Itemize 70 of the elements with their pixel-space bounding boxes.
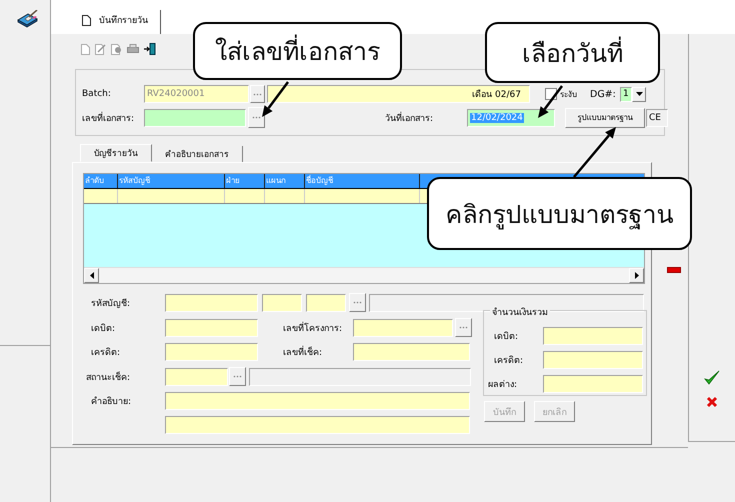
field-label: เลขที่โครงการ: — [282, 320, 344, 334]
checkbox-label: ระงับ — [559, 88, 578, 100]
field-label: วันที่เอกสาร: — [385, 110, 434, 124]
scroll-left-button[interactable] — [84, 268, 99, 283]
document-icon — [82, 14, 91, 26]
column-header[interactable]: ชื่อบัญชี — [305, 174, 420, 188]
printer-icon[interactable] — [127, 44, 139, 54]
field-label: รหัสบัญชี: — [90, 298, 132, 310]
column-header[interactable]: แผนก — [265, 174, 305, 188]
edit-document-icon[interactable] — [95, 44, 106, 54]
date-field[interactable]: 12/02/2024 — [467, 108, 555, 126]
project-number-field[interactable] — [353, 318, 453, 336]
tab[interactable]: บัญชีรายวัน — [80, 144, 152, 162]
description-line-field[interactable] — [165, 416, 470, 434]
field-label: คำอธิบาย: — [90, 396, 132, 408]
total-label: ผลต่าง: — [488, 379, 518, 391]
ellipsis-icon — [252, 116, 261, 119]
new-document-icon[interactable] — [81, 44, 90, 54]
cheque-status-field[interactable] — [165, 368, 228, 386]
column-header[interactable]: รหัสบัญชี — [118, 174, 225, 188]
credit-field[interactable] — [165, 343, 258, 361]
template-button[interactable]: รูปแบบมาตรฐาน — [565, 108, 645, 128]
department-field[interactable] — [262, 294, 302, 312]
right-arrow-icon — [634, 272, 638, 279]
close-icon[interactable] — [706, 396, 718, 408]
field-label: DG#: — [590, 88, 617, 100]
remove-row-icon[interactable] — [667, 267, 681, 273]
ellipsis-icon — [233, 375, 242, 378]
document-number-field[interactable] — [144, 108, 246, 126]
dropdown-button[interactable] — [632, 86, 646, 102]
column-header[interactable]: ลำดับ — [84, 174, 118, 188]
callout-arrow — [262, 81, 289, 117]
batch-description-field[interactable]: เดือน 02/67 — [267, 85, 530, 103]
field-label: เลขที่เช็ค: — [258, 345, 353, 359]
book-pen-icon[interactable] — [17, 10, 39, 28]
delete-document-icon[interactable] — [111, 44, 122, 54]
left-arrow-icon — [90, 272, 94, 279]
field-label: เดบิต: — [90, 322, 116, 334]
debit-field[interactable] — [165, 318, 258, 336]
dg-select[interactable]: 1 — [620, 86, 632, 102]
ellipsis-icon — [353, 301, 362, 304]
field-label: สถานะเช็ค: — [86, 370, 132, 384]
ellipsis-icon — [253, 92, 262, 96]
total-field[interactable] — [543, 351, 643, 369]
callout: เลือกวันที่ — [485, 22, 660, 83]
field-label: เลขที่เอกสาร: — [82, 110, 136, 124]
scroll-right-button[interactable] — [629, 268, 644, 283]
batch-field[interactable]: RV24020001 — [144, 85, 249, 103]
caret-icon — [636, 92, 642, 96]
total-field[interactable] — [543, 375, 643, 393]
total-field[interactable] — [543, 327, 643, 345]
browse-button[interactable] — [248, 107, 265, 128]
description-field[interactable] — [165, 392, 470, 410]
column-header[interactable]: ฝ่าย — [225, 174, 265, 188]
ellipsis-icon — [459, 326, 468, 329]
exit-door-icon[interactable] — [144, 43, 156, 55]
section-field[interactable] — [306, 294, 346, 312]
tab[interactable]: บันทึกรายวัน — [80, 10, 161, 34]
callout: คลิกรูปแบบมาตรฐาน — [427, 177, 692, 250]
callout: ใส่เลขที่เอกสาร — [193, 22, 402, 80]
tab[interactable]: คำอธิบายเอกสาร — [152, 146, 243, 162]
field-label: Batch: — [82, 89, 112, 99]
account-code-field[interactable] — [165, 294, 258, 312]
total-label: เครดิต: — [493, 354, 524, 367]
era-field[interactable]: CE — [646, 108, 668, 126]
checkmark-icon[interactable] — [704, 370, 720, 386]
total-label: เดบิต: — [493, 330, 520, 343]
cheque-number-field[interactable] — [353, 343, 470, 361]
field-label: เครดิต: — [90, 346, 122, 359]
cheque-status-name-field[interactable] — [249, 368, 471, 386]
